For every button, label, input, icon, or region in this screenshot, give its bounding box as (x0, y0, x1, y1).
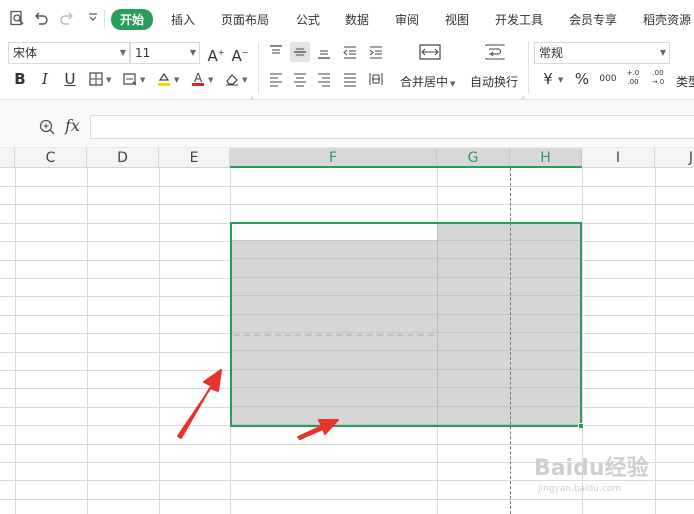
undo-icon[interactable] (32, 10, 50, 28)
print-preview-icon[interactable] (8, 10, 26, 28)
column-gridline (87, 168, 88, 514)
cell-style-icon[interactable] (120, 69, 140, 89)
chevron-down-icon[interactable]: ▼ (242, 76, 247, 84)
align-top-icon[interactable] (266, 42, 286, 62)
tab-data[interactable]: 数据 (345, 11, 369, 28)
font-name-value: 宋体 (13, 46, 38, 60)
insert-function-button[interactable]: fx (65, 116, 80, 135)
tab-docer-resources[interactable]: 稻壳资源 (643, 11, 691, 28)
tab-review[interactable]: 审阅 (395, 11, 419, 28)
svg-text:A: A (194, 71, 203, 85)
ribbon: 宋体 ▼ 11 ▼ A+ A− B I U ▼ ▼ ▼ A ▼ ▼ ⌟ 合并居中… (0, 38, 694, 100)
tab-page-layout[interactable]: 页面布局 (221, 11, 269, 28)
formula-bar: fx (0, 100, 694, 148)
watermark-logo-text: Baidu经验 (534, 456, 649, 481)
decrease-decimal-button[interactable]: .00 →.0 (647, 69, 669, 89)
bold-button[interactable]: B (10, 69, 30, 89)
decrease-font-icon[interactable]: A− (230, 43, 250, 65)
increase-font-icon[interactable]: A+ (206, 43, 226, 65)
merge-center-icon[interactable] (418, 42, 442, 62)
menu-separator (104, 10, 105, 28)
selection-border (230, 222, 582, 427)
column-header-G[interactable]: G (437, 148, 510, 168)
align-bottom-icon[interactable] (314, 42, 334, 62)
cell-type-button[interactable]: 类型 (676, 73, 694, 90)
chevron-down-icon: ▼ (450, 80, 456, 88)
chevron-down-icon[interactable]: ▼ (558, 76, 563, 84)
column-header-C[interactable]: C (15, 148, 87, 168)
chevron-down-icon[interactable]: ▼ (174, 76, 179, 84)
increase-indent-icon[interactable] (366, 42, 386, 62)
column-header-E[interactable]: E (159, 148, 230, 168)
row-gridline (0, 186, 694, 187)
column-gridline (159, 168, 160, 514)
redo-icon[interactable] (58, 10, 76, 28)
font-color-icon[interactable]: A (188, 69, 208, 89)
font-name-select[interactable]: 宋体 ▼ (8, 42, 130, 64)
chevron-down-icon: ▼ (189, 48, 196, 57)
align-right-icon[interactable] (314, 69, 334, 89)
menu-bar: 开始 插入 页面布局 公式 数据 审阅 视图 开发工具 会员专享 稻壳资源 (0, 0, 694, 38)
number-format-value: 常规 (539, 46, 564, 60)
underline-button[interactable]: U (60, 69, 80, 89)
zoom-search-icon[interactable] (38, 118, 56, 139)
tab-view[interactable]: 视图 (445, 11, 469, 28)
italic-button[interactable]: I (35, 69, 55, 89)
decrease-indent-icon[interactable] (340, 42, 360, 62)
fill-color-icon[interactable] (154, 69, 174, 89)
formula-input[interactable] (90, 115, 694, 139)
font-dialog-launcher-icon[interactable]: ⌟ (250, 92, 253, 100)
align-middle-icon[interactable] (290, 42, 310, 62)
row-gridline (0, 444, 694, 445)
wrap-text-button[interactable]: 自动换行 (470, 73, 518, 90)
fill-handle[interactable] (578, 423, 584, 429)
row-gridline (0, 204, 694, 205)
column-header-J[interactable]: J (655, 148, 694, 168)
distributed-align-icon[interactable] (366, 69, 386, 89)
column-header-F[interactable]: F (230, 148, 437, 168)
chevron-down-icon: ▼ (659, 48, 666, 57)
tab-formulas[interactable]: 公式 (296, 11, 320, 28)
column-gridline (15, 168, 16, 514)
customize-dropdown-icon[interactable] (84, 10, 102, 28)
merge-center-label: 合并居中 (400, 75, 449, 89)
tab-developer[interactable]: 开发工具 (495, 11, 543, 28)
align-left-icon[interactable] (266, 69, 286, 89)
tab-member[interactable]: 会员专享 (569, 11, 617, 28)
watermark-url: jingyan.baidu.com (538, 484, 622, 494)
ribbon-separator (258, 42, 259, 94)
font-size-select[interactable]: 11 ▼ (130, 42, 200, 64)
number-format-select[interactable]: 常规 ▼ (534, 42, 670, 64)
chevron-down-icon: ▼ (119, 48, 126, 57)
column-header-I[interactable]: I (582, 148, 655, 168)
chevron-down-icon[interactable]: ▼ (208, 76, 213, 84)
font-size-value: 11 (135, 46, 151, 60)
align-center-icon[interactable] (290, 69, 310, 89)
increase-decimal-button[interactable]: +.0 .00 (622, 69, 644, 89)
alignment-dialog-launcher-icon[interactable]: ⌟ (521, 92, 524, 100)
percent-button[interactable]: % (572, 69, 592, 89)
wrap-text-icon[interactable] (483, 42, 507, 62)
ribbon-separator (528, 42, 529, 94)
tab-home[interactable]: 开始 (111, 9, 154, 30)
column-header: C D E F G H I J (0, 148, 694, 168)
currency-button[interactable]: ¥ (538, 69, 558, 89)
thousands-separator-button[interactable]: 000 (596, 69, 620, 89)
borders-icon[interactable] (86, 69, 106, 89)
watermark: Baidu经验 jingyan.baidu.com (530, 448, 694, 508)
column-header-D[interactable]: D (87, 148, 159, 168)
justify-icon[interactable] (340, 69, 360, 89)
merge-center-button[interactable]: 合并居中 ▼ (400, 73, 455, 90)
chevron-down-icon[interactable]: ▼ (140, 76, 145, 84)
column-header-B-partial[interactable] (0, 148, 15, 168)
tab-insert[interactable]: 插入 (171, 11, 195, 28)
column-header-H[interactable]: H (510, 148, 582, 168)
clear-format-icon[interactable] (222, 69, 242, 89)
chevron-down-icon[interactable]: ▼ (106, 76, 111, 84)
